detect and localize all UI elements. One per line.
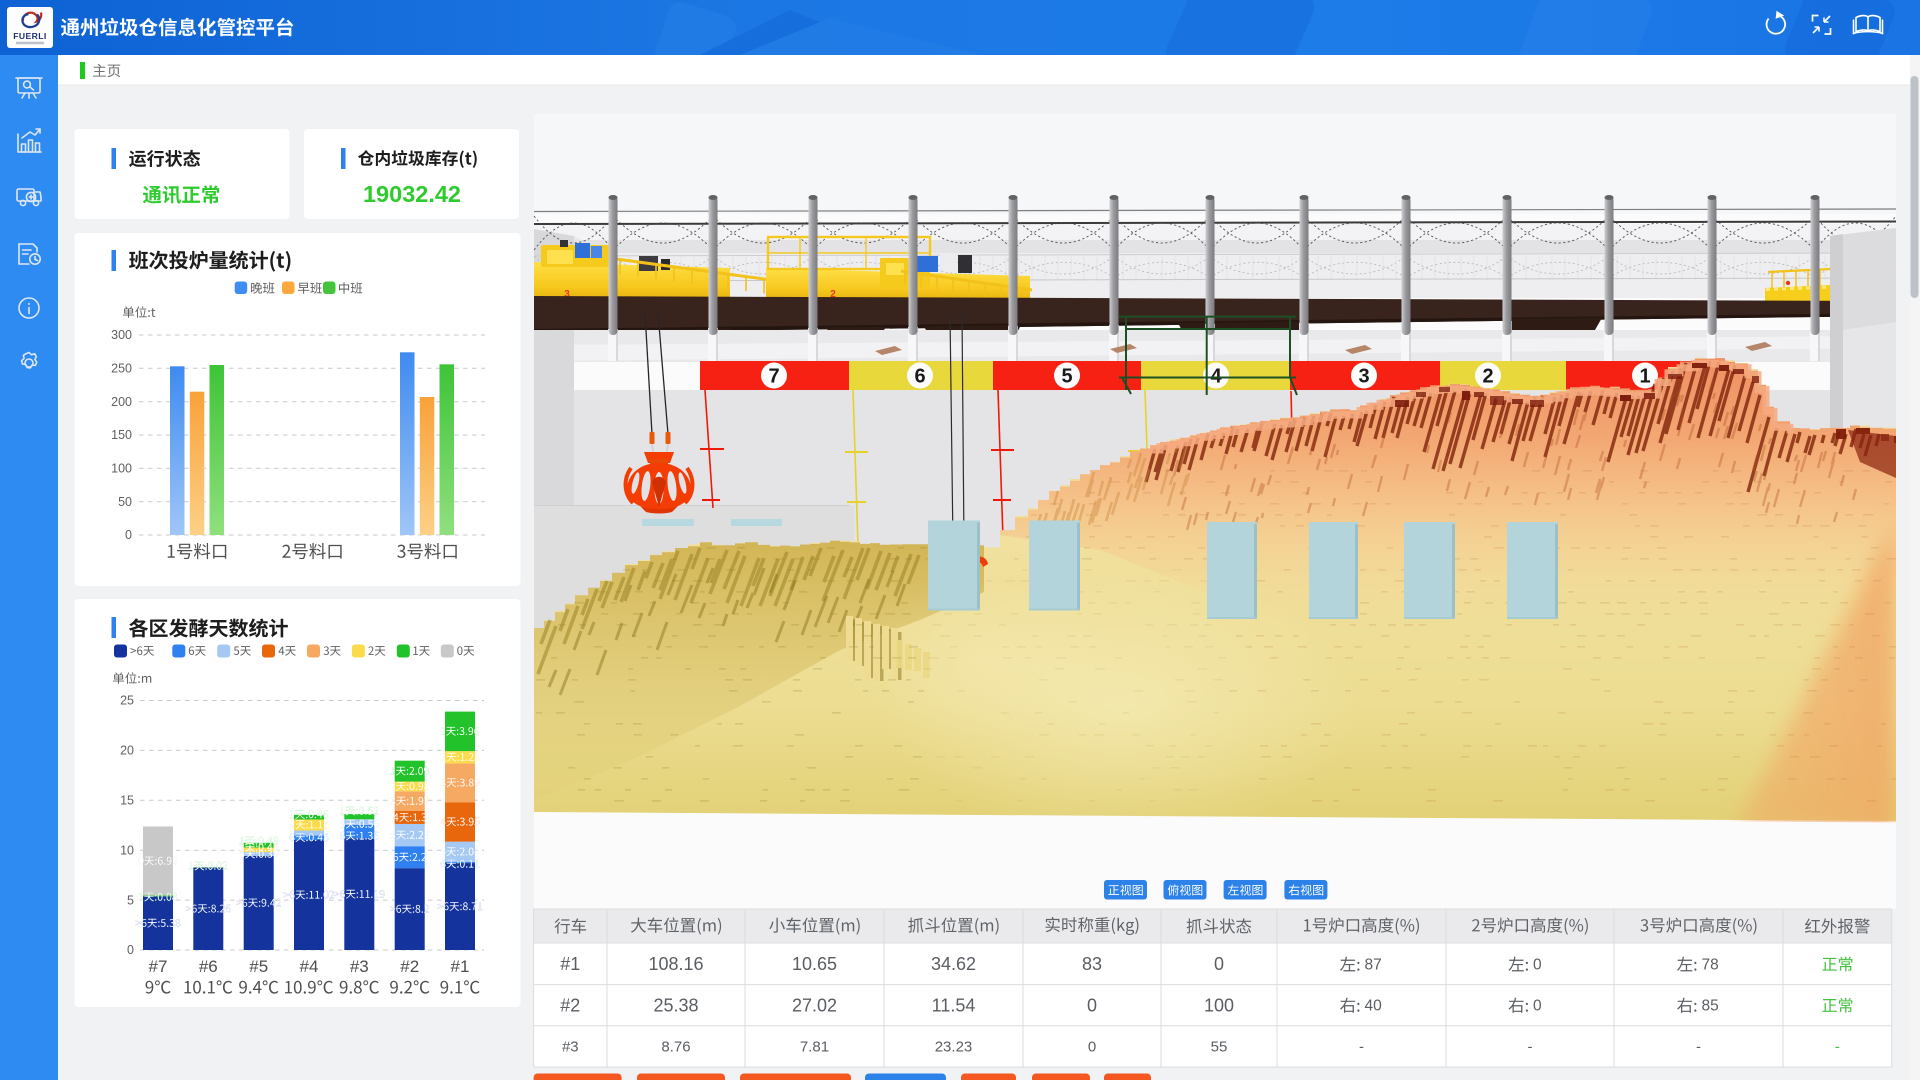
svg-text:150: 150 xyxy=(111,428,132,442)
svg-text:6: 6 xyxy=(914,366,925,388)
svg-text:27.02: 27.02 xyxy=(792,995,837,1015)
svg-text:FUERLI: FUERLI xyxy=(13,31,46,41)
svg-text:#2: #2 xyxy=(560,995,580,1015)
svg-text:50: 50 xyxy=(118,495,132,509)
svg-text:20: 20 xyxy=(120,744,134,758)
svg-text:40: 40 xyxy=(1365,998,1383,1015)
svg-text:250: 250 xyxy=(111,362,132,376)
svg-text:3: 3 xyxy=(1358,366,1369,388)
svg-text:#3: #3 xyxy=(562,1039,579,1056)
svg-text:23.23: 23.23 xyxy=(935,1039,973,1056)
svg-text:#5: #5 xyxy=(249,957,268,976)
svg-text:1: 1 xyxy=(1639,366,1650,388)
svg-text:25: 25 xyxy=(120,694,134,708)
svg-text:100: 100 xyxy=(1204,995,1234,1015)
svg-text:0: 0 xyxy=(125,528,132,542)
svg-text:83: 83 xyxy=(1082,954,1102,974)
svg-text:#6: #6 xyxy=(199,957,218,976)
svg-text:200: 200 xyxy=(111,395,132,409)
svg-text:87: 87 xyxy=(1365,957,1382,974)
svg-text:5: 5 xyxy=(1061,366,1072,388)
svg-text:8.76: 8.76 xyxy=(661,1039,690,1056)
svg-text:0: 0 xyxy=(1533,998,1542,1015)
svg-text:#4: #4 xyxy=(300,957,319,976)
svg-text:100: 100 xyxy=(111,462,132,476)
svg-text:11.54: 11.54 xyxy=(932,995,976,1015)
svg-text:15: 15 xyxy=(120,794,134,808)
svg-text:85: 85 xyxy=(1702,998,1719,1015)
svg-text:7: 7 xyxy=(768,366,779,388)
svg-text:2: 2 xyxy=(1482,366,1493,388)
svg-text:108.16: 108.16 xyxy=(648,954,703,974)
svg-text:#2: #2 xyxy=(400,957,419,976)
svg-text:19032.42: 19032.42 xyxy=(363,181,461,207)
svg-text:5: 5 xyxy=(127,893,134,907)
svg-text:#1: #1 xyxy=(451,957,470,976)
svg-text:0: 0 xyxy=(1088,1039,1096,1056)
svg-text:0: 0 xyxy=(1087,995,1097,1015)
svg-text:7.81: 7.81 xyxy=(800,1039,829,1056)
svg-text:10: 10 xyxy=(120,843,134,857)
svg-text:#3: #3 xyxy=(350,957,369,976)
svg-text:0: 0 xyxy=(1214,954,1224,974)
svg-text:34.62: 34.62 xyxy=(931,954,976,974)
svg-text:55: 55 xyxy=(1211,1039,1228,1056)
svg-text:-: - xyxy=(1835,1038,1840,1055)
svg-text:-: - xyxy=(1696,1039,1701,1056)
svg-text:78: 78 xyxy=(1702,957,1719,974)
svg-text:-: - xyxy=(1359,1039,1364,1056)
svg-text:0: 0 xyxy=(1533,957,1542,974)
svg-text:0: 0 xyxy=(127,943,134,957)
svg-text:#7: #7 xyxy=(149,957,168,976)
svg-text:10.65: 10.65 xyxy=(792,954,837,974)
svg-text:#1: #1 xyxy=(560,954,580,974)
svg-text:300: 300 xyxy=(111,328,132,342)
svg-text:25.38: 25.38 xyxy=(653,995,698,1015)
svg-text:-: - xyxy=(1528,1039,1533,1056)
